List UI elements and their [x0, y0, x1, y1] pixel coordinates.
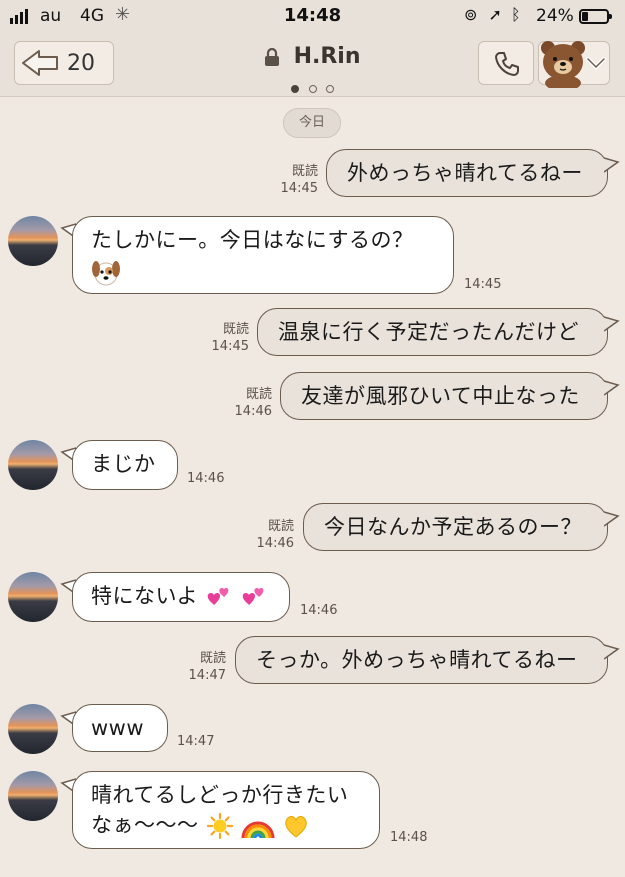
- page-dot: [325, 85, 334, 93]
- message-time: 14:46: [256, 536, 294, 551]
- status-icons: ⊚ ➚ ᛒ: [464, 5, 521, 24]
- top-bar: au 4G ✳ 14:48 ⊚ ➚ ᛒ 24% 20 H.Rin: [0, 0, 625, 97]
- status-time: 14:48: [283, 5, 342, 26]
- chat-menu-button[interactable]: [538, 41, 610, 88]
- read-receipt: 既読: [245, 387, 272, 402]
- bubble-tail: [604, 644, 620, 660]
- message-meta: 既読 14:45: [201, 321, 249, 355]
- message-text: 温泉に行く予定だったんだけど: [278, 320, 579, 344]
- message-meta: 既読 14:46: [224, 386, 272, 420]
- bluetooth-icon: ᛒ: [511, 5, 521, 24]
- received-message-bubble[interactable]: まじか: [72, 440, 178, 490]
- message-time: 14:46: [300, 603, 338, 618]
- received-message-bubble[interactable]: www: [72, 704, 168, 752]
- bubble-tail: [604, 511, 620, 527]
- location-arrow-icon: ➚: [488, 5, 502, 24]
- page-dot: [308, 85, 317, 93]
- message-time: 14:45: [464, 277, 502, 292]
- message-text: 特にないよ: [91, 584, 199, 608]
- bubble-tail: [604, 380, 620, 396]
- yellow-heart-emoji: [285, 816, 307, 838]
- bubble-tail: [604, 316, 620, 332]
- phone-icon: [495, 52, 519, 76]
- message-text: たしかにー。今日はなにするの？: [91, 228, 414, 252]
- read-receipt: 既読: [291, 164, 318, 179]
- rainbow-emoji: [241, 821, 275, 839]
- avatar[interactable]: [8, 216, 58, 266]
- message-text-line: 晴れてるしどっか行きたい: [91, 783, 349, 807]
- message-text: そっか。外めっちゃ晴れてるねー: [256, 648, 578, 672]
- message-meta: 既読 14:45: [270, 163, 318, 197]
- sent-message-bubble[interactable]: 温泉に行く予定だったんだけど: [257, 308, 608, 356]
- read-receipt: 既読: [267, 519, 294, 534]
- status-bar: au 4G ✳ 14:48 ⊚ ➚ ᛒ 24%: [0, 0, 625, 32]
- message-text: www: [91, 716, 145, 740]
- message-text: 友達が風邪ひいて中止なった: [301, 384, 580, 408]
- message-time: 14:46: [187, 471, 225, 486]
- sent-message-bubble[interactable]: 友達が風邪ひいて中止なった: [280, 372, 608, 420]
- two-hearts-emoji: [243, 588, 264, 605]
- avatar[interactable]: [8, 704, 58, 754]
- message-meta: 既読 14:46: [246, 518, 294, 552]
- message-text: まじか: [91, 452, 156, 476]
- read-receipt: 既読: [222, 322, 249, 337]
- battery-percentage: 24%: [536, 6, 574, 26]
- message-time: 14:48: [390, 830, 428, 845]
- message-meta: 既読 14:47: [178, 650, 226, 684]
- bubble-tail: [604, 157, 620, 173]
- message-text: 外めっちゃ晴れてるねー: [347, 161, 583, 185]
- avatar[interactable]: [8, 572, 58, 622]
- received-message-bubble[interactable]: 特にないよ: [72, 572, 290, 622]
- avatar[interactable]: [8, 771, 58, 821]
- message-text-line: なぁ〜〜〜: [91, 813, 199, 837]
- chevron-down-icon: [586, 57, 606, 70]
- message-text: 今日なんか予定あるのー？: [324, 515, 582, 539]
- chat-title: H.Rin: [293, 44, 361, 69]
- lock-icon: [265, 47, 280, 66]
- call-button[interactable]: [478, 41, 534, 85]
- received-message-bubble[interactable]: たしかにー。今日はなにするの？: [72, 216, 454, 294]
- sent-message-bubble[interactable]: 今日なんか予定あるのー？: [303, 503, 608, 551]
- bear-avatar-icon: [541, 41, 585, 88]
- avatar[interactable]: [8, 440, 58, 490]
- sent-message-bubble[interactable]: 外めっちゃ晴れてるねー: [326, 149, 608, 197]
- sent-message-bubble[interactable]: そっか。外めっちゃ晴れてるねー: [235, 636, 608, 684]
- message-time: 14:47: [188, 668, 226, 683]
- sun-emoji: [206, 812, 233, 840]
- read-receipt: 既読: [199, 651, 226, 666]
- dog-face-emoji: [92, 261, 120, 286]
- message-time: 14:46: [234, 404, 272, 419]
- orientation-lock-icon: ⊚: [464, 5, 478, 24]
- received-message-bubble[interactable]: 晴れてるしどっか行きたい なぁ〜〜〜: [72, 771, 380, 849]
- page-dot: [291, 85, 300, 93]
- date-divider: 今日: [283, 108, 341, 138]
- message-time: 14:47: [177, 734, 215, 749]
- message-time: 14:45: [280, 181, 318, 196]
- message-time: 14:45: [211, 339, 249, 354]
- battery-icon: [579, 9, 612, 24]
- two-hearts-emoji: [208, 588, 229, 605]
